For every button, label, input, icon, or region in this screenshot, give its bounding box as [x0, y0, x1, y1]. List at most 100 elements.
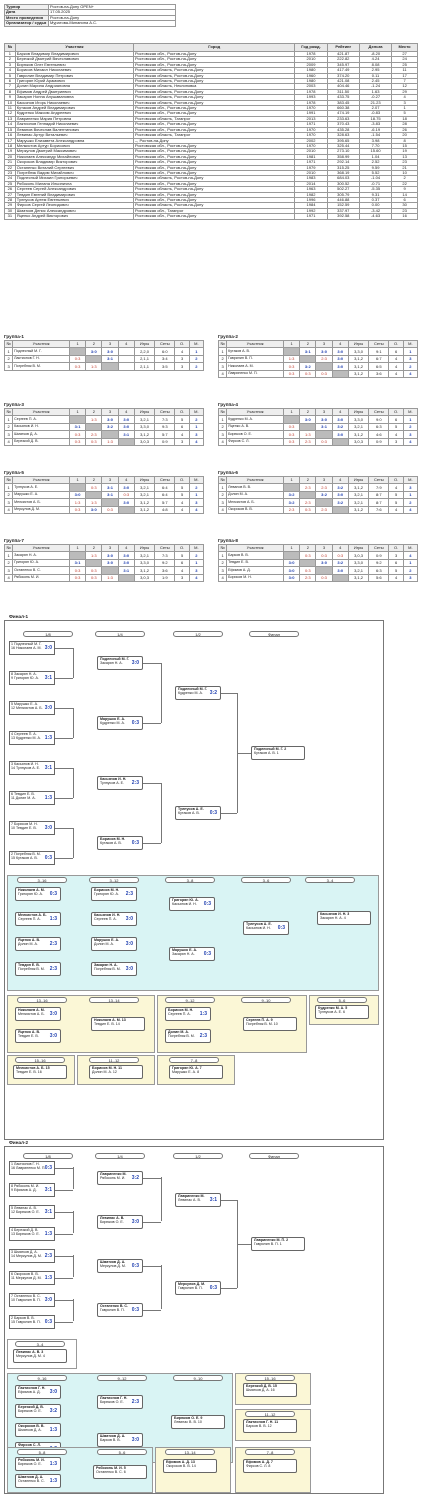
group-header-cell: М. [188, 475, 205, 485]
connector-line [55, 738, 73, 739]
group-row: 4 Окороков В. В. 2:3 0:3 2:3 3,1,2 7:6 4 4 [217, 505, 419, 514]
group-cell: 3:0 [117, 422, 135, 432]
match-score: 3:0 [131, 1219, 139, 1225]
seed-match: 8 Закарян Н. А. 9 Григорян Ю. А. 3:1 [9, 671, 55, 685]
player-name: Мелкистов А. Б. [226, 498, 284, 507]
round-header: 5..8 [17, 1449, 67, 1455]
cons-match: Окороков В. В. Шматков Д. А. 1:3 [15, 1423, 61, 1437]
group-cell: 4 [217, 505, 228, 514]
group-header-cell: 2 [299, 543, 317, 553]
group-cell: 0:3 [68, 437, 87, 446]
match-score: 1:3 [199, 1011, 207, 1017]
group-cell: 3:2 [299, 362, 317, 371]
connector-line [221, 1288, 237, 1289]
group-block: Группа-8 № Участник 1 2 3 4 Игры Сеты О. М. 1 Барков… [217, 538, 419, 582]
connector-line [55, 678, 73, 679]
connector-line [55, 1300, 73, 1301]
group-header-cell: 4 [331, 407, 349, 417]
group-cell [315, 362, 333, 371]
cons-result: Касьянов И. Н. 3 Закарян Н. А. 4 [317, 911, 371, 925]
group-header-cell: Участник [12, 407, 70, 417]
round-header: 3..16 [17, 877, 67, 883]
group-header-cell: № [217, 543, 228, 553]
group-cell: 4 [402, 505, 419, 514]
group-cell: 4 [388, 430, 404, 439]
players-header-cell: Место [391, 43, 418, 52]
group-header-cell: М. [188, 339, 205, 349]
place-result: Борисов М. Н. 11 Долин М. А. 12 [89, 1065, 143, 1079]
player-name: Бирюков О. Е. [226, 430, 284, 439]
group-cell: 5 [174, 415, 190, 424]
connector-line [221, 693, 237, 694]
group-cell: 0:3 [282, 422, 301, 432]
group-table: № Участник 1 2 3 4 Игры Сеты О. М. 1 Закарян Н. А. 1… [3, 543, 205, 582]
group-header-cell: 1 [282, 407, 301, 417]
final-result: Лавриненко М. П. 2 Гаврилин В. П. 1 [251, 1237, 305, 1251]
group-cell: 3,0,3 [133, 573, 156, 582]
group-cell [117, 437, 135, 446]
group-header-cell: 4 [117, 543, 135, 553]
match-score: 3:2 [131, 1175, 139, 1181]
table-row: 31 Яценко Андрей Викторович Ростовская обл… [4, 213, 418, 220]
connector-line [237, 753, 251, 754]
group-header-cell: М. [402, 475, 419, 485]
group-cell: 3:0 [331, 415, 349, 424]
seed-match: 4 Березкой Д. В. 13 Бирюков О. Е. 1:3 [9, 1227, 55, 1241]
cons-match: Марушко Е. А. Закарян Н. А. 0:3 [169, 947, 215, 961]
group-cell: 2 [217, 490, 228, 500]
group-cell: 4 [388, 505, 404, 514]
group-cell [299, 354, 317, 364]
tournament-info: Турнир Ростов-на-Дону OPEN+ Дата 17.05.2025… [4, 3, 176, 27]
group-cell [315, 498, 333, 507]
group-cell: 3 [388, 551, 404, 560]
seed-match: 2 Погребняк В. М. 15 Кутаков А. В. 0:3 [9, 851, 55, 865]
group-cell: 0:3 [282, 437, 301, 446]
place-result: Лактионов Г. Н. 11 Барков В. В. 12 [243, 1419, 297, 1433]
group-header-cell: 3 [315, 407, 333, 417]
round-header: 7..8 [169, 1057, 219, 1063]
group-cell: 5 [388, 566, 404, 575]
group-cell: 3,1,2 [347, 505, 370, 514]
seed-match: 5 Марушко Е. А. 12 Мелкистов А. Б. 3:0 [9, 701, 55, 715]
round-header: Финал [249, 1153, 299, 1159]
group-header-cell: О. [174, 339, 190, 349]
group-cell: 0:3 [85, 437, 103, 446]
group-cell: 3 [3, 362, 14, 371]
group-cell: 3,0,3 [133, 437, 156, 446]
place-result: Николаев А. М. 13 Тевдин Е. В. 14 [91, 1017, 145, 1031]
match-score: 0:3 [209, 1285, 217, 1291]
group-cell: 4:6 [368, 430, 390, 439]
group-cell: 3 [402, 354, 419, 364]
group-cell: 3 [3, 566, 14, 575]
group-header-cell: Сеты [154, 475, 176, 485]
group-cell: 0:3 [68, 566, 87, 575]
group-cell: 6:0 [154, 347, 176, 356]
group-cell: 3,3,0 [347, 558, 370, 568]
player-name: Григорян Ю. А. [12, 558, 70, 568]
group-cell: 4 [388, 369, 404, 378]
group-cell: 3 [402, 430, 419, 439]
match-box: Подлесный М. Г. Кудренко М. А. 3:2 [175, 686, 221, 700]
group-cell: 3:0 [85, 505, 103, 514]
group-cell [85, 354, 103, 364]
group-block: Группа-2 № Участник 1 2 3 4 Игры Сеты О. М. 1 Кутако… [217, 334, 419, 378]
round-header: 5..6 [97, 1449, 147, 1455]
group-cell [68, 347, 87, 356]
group-cell: 3,1,2 [347, 430, 370, 439]
group-header-cell: Игры [347, 543, 370, 553]
group-header-row: № Участник 1 2 3 4 Игры Сеты О. М. [217, 475, 419, 485]
group-cell: 0:3 [331, 551, 349, 560]
group-cell: 2:3 [315, 354, 333, 364]
match-score: 3:0 [125, 966, 133, 972]
group-cell [117, 347, 135, 356]
group-cell: 3:2 [282, 490, 301, 500]
group-header-cell: 4 [331, 339, 349, 349]
group-cell [68, 415, 87, 424]
round-header: 3..12 [89, 877, 139, 883]
match-box: Марушко Е. А. Кудренко М. А. 0:3 [97, 716, 143, 730]
group-table: № Участник 1 2 3 4 Игры Сеты О. М. 1 Сергеев П. А. 1… [3, 407, 205, 446]
group-header-cell: 2 [85, 543, 103, 553]
group-row: 4 Фирсов С. Л. 0:3 2:3 0:3 3,0,3 0:9 3 4 [217, 437, 419, 446]
connector-line [143, 783, 161, 784]
round-header: 9..10 [241, 997, 291, 1003]
